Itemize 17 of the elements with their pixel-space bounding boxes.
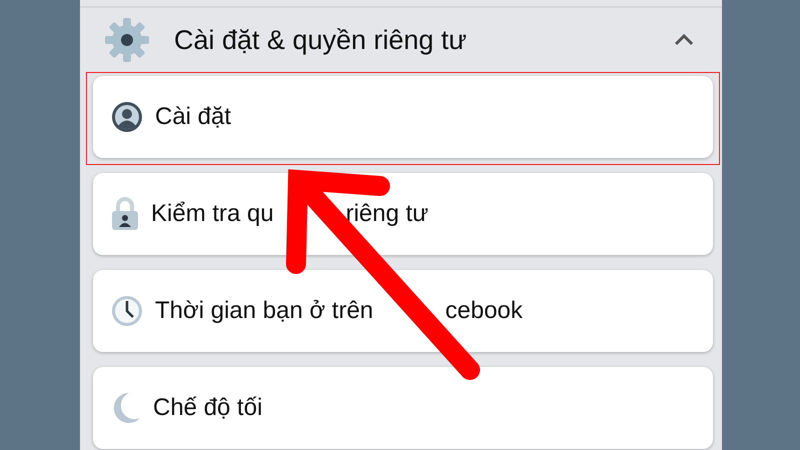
- item-label: Thời gian bạn ở trên: [155, 296, 374, 326]
- item-label: Chế độ tối: [153, 393, 262, 423]
- menu-item[interactable]: Cài đặt: [93, 76, 713, 158]
- moon-icon: [111, 392, 141, 424]
- menu-item[interactable]: Kiểm tra qu riêng tư: [93, 173, 713, 255]
- clock-icon: [111, 295, 143, 327]
- item-label: riêng tư: [346, 199, 428, 229]
- item-label: Kiểm tra qu: [151, 199, 274, 229]
- lock-icon: [111, 197, 139, 231]
- section-title: Cài đặt & quyền riêng tư: [174, 24, 468, 57]
- item-label: Cài đặt: [155, 102, 232, 132]
- chevron-icon[interactable]: [674, 34, 694, 46]
- menu-item[interactable]: Chế độ tối: [93, 367, 713, 449]
- menu-item[interactable]: Thời gian bạn ở trên cebook: [93, 270, 713, 352]
- profile-icon: [111, 101, 143, 133]
- item-label: cebook: [445, 296, 523, 326]
- gear-icon: [104, 17, 150, 63]
